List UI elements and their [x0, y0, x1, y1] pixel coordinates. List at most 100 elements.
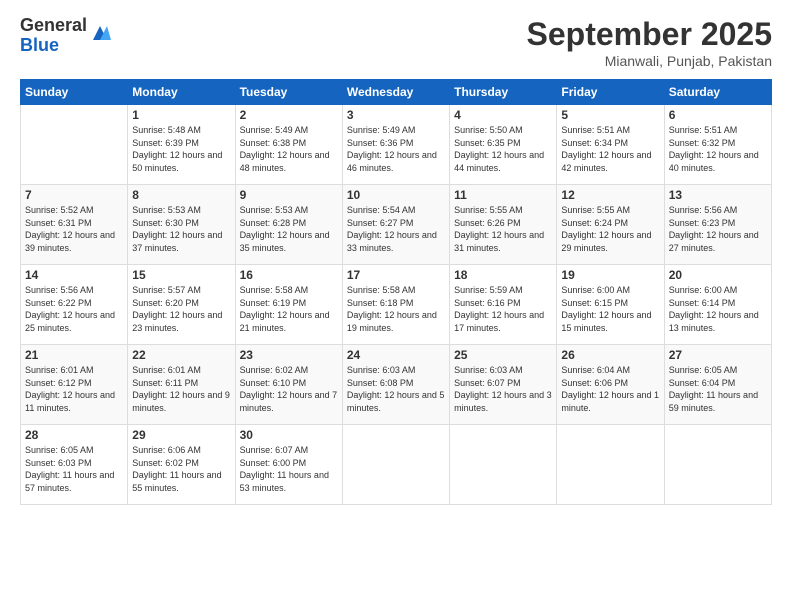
day-number: 10 — [347, 188, 445, 202]
day-number: 7 — [25, 188, 123, 202]
cell-info: Sunrise: 5:54 AMSunset: 6:27 PMDaylight:… — [347, 204, 445, 254]
cell-info: Sunrise: 6:01 AMSunset: 6:11 PMDaylight:… — [132, 364, 230, 414]
day-number: 15 — [132, 268, 230, 282]
calendar-cell: 4Sunrise: 5:50 AMSunset: 6:35 PMDaylight… — [450, 105, 557, 185]
weekday-header: Sunday — [21, 80, 128, 105]
location: Mianwali, Punjab, Pakistan — [527, 53, 772, 69]
day-number: 11 — [454, 188, 552, 202]
day-number: 2 — [240, 108, 338, 122]
calendar-cell — [21, 105, 128, 185]
day-number: 22 — [132, 348, 230, 362]
cell-info: Sunrise: 6:00 AMSunset: 6:14 PMDaylight:… — [669, 284, 767, 334]
cell-info: Sunrise: 5:58 AMSunset: 6:18 PMDaylight:… — [347, 284, 445, 334]
day-number: 19 — [561, 268, 659, 282]
calendar-cell — [450, 425, 557, 505]
cell-info: Sunrise: 5:59 AMSunset: 6:16 PMDaylight:… — [454, 284, 552, 334]
weekday-header-row: SundayMondayTuesdayWednesdayThursdayFrid… — [21, 80, 772, 105]
day-number: 21 — [25, 348, 123, 362]
logo-icon — [89, 22, 111, 49]
calendar-cell: 21 Sunrise: 6:01 AMSunset: 6:12 PMDayligh… — [21, 345, 128, 425]
calendar-cell: 11 Sunrise: 5:55 AMSunset: 6:26 PMDayligh… — [450, 185, 557, 265]
cell-info: Sunrise: 5:58 AMSunset: 6:19 PMDaylight:… — [240, 284, 338, 334]
calendar-cell: 20Sunrise: 6:00 AMSunset: 6:14 PMDayligh… — [664, 265, 771, 345]
cell-info: Sunrise: 5:48 AMSunset: 6:39 PMDaylight:… — [132, 124, 230, 174]
cell-info: Sunrise: 6:04 AMSunset: 6:06 PMDaylight:… — [561, 364, 659, 414]
title-block: September 2025 Mianwali, Punjab, Pakista… — [527, 16, 772, 69]
calendar-cell: 18 Sunrise: 5:59 AMSunset: 6:16 PMDayligh… — [450, 265, 557, 345]
cell-info: Sunrise: 5:55 AMSunset: 6:26 PMDaylight:… — [454, 204, 552, 254]
calendar-cell: 28 Sunrise: 6:05 AMSunset: 6:03 PMDayligh… — [21, 425, 128, 505]
day-number: 9 — [240, 188, 338, 202]
calendar-week-row: 28 Sunrise: 6:05 AMSunset: 6:03 PMDayligh… — [21, 425, 772, 505]
cell-info: Sunrise: 5:51 AMSunset: 6:32 PMDaylight:… — [669, 124, 767, 174]
calendar-week-row: 14 Sunrise: 5:56 AMSunset: 6:22 PMDayligh… — [21, 265, 772, 345]
calendar-cell: 30 Sunrise: 6:07 AMSunset: 6:00 PMDayligh… — [235, 425, 342, 505]
cell-info: Sunrise: 6:00 AMSunset: 6:15 PMDaylight:… — [561, 284, 659, 334]
calendar-cell: 10 Sunrise: 5:54 AMSunset: 6:27 PMDayligh… — [342, 185, 449, 265]
logo-blue: Blue — [20, 36, 87, 56]
weekday-header: Monday — [128, 80, 235, 105]
weekday-header: Tuesday — [235, 80, 342, 105]
day-number: 6 — [669, 108, 767, 122]
calendar-cell: 13 Sunrise: 5:56 AMSunset: 6:23 PMDayligh… — [664, 185, 771, 265]
calendar-cell: 25Sunrise: 6:03 AMSunset: 6:07 PMDayligh… — [450, 345, 557, 425]
cell-info: Sunrise: 6:01 AMSunset: 6:12 PMDaylight:… — [25, 364, 123, 414]
calendar-week-row: 1 Sunrise: 5:48 AMSunset: 6:39 PMDaylight… — [21, 105, 772, 185]
day-number: 23 — [240, 348, 338, 362]
cell-info: Sunrise: 6:05 AMSunset: 6:03 PMDaylight:… — [25, 444, 123, 494]
calendar-cell: 3 Sunrise: 5:49 AMSunset: 6:36 PMDaylight… — [342, 105, 449, 185]
calendar-table: SundayMondayTuesdayWednesdayThursdayFrid… — [20, 79, 772, 505]
calendar-cell: 6 Sunrise: 5:51 AMSunset: 6:32 PMDaylight… — [664, 105, 771, 185]
calendar-cell: 23Sunrise: 6:02 AMSunset: 6:10 PMDayligh… — [235, 345, 342, 425]
calendar-cell: 16 Sunrise: 5:58 AMSunset: 6:19 PMDayligh… — [235, 265, 342, 345]
day-number: 25 — [454, 348, 552, 362]
day-number: 13 — [669, 188, 767, 202]
calendar-cell: 22 Sunrise: 6:01 AMSunset: 6:11 PMDayligh… — [128, 345, 235, 425]
calendar-cell: 24Sunrise: 6:03 AMSunset: 6:08 PMDayligh… — [342, 345, 449, 425]
day-number: 26 — [561, 348, 659, 362]
calendar-cell: 14 Sunrise: 5:56 AMSunset: 6:22 PMDayligh… — [21, 265, 128, 345]
calendar-cell: 29 Sunrise: 6:06 AMSunset: 6:02 PMDayligh… — [128, 425, 235, 505]
cell-info: Sunrise: 5:51 AMSunset: 6:34 PMDaylight:… — [561, 124, 659, 174]
day-number: 27 — [669, 348, 767, 362]
calendar-cell: 8Sunrise: 5:53 AMSunset: 6:30 PMDaylight… — [128, 185, 235, 265]
day-number: 3 — [347, 108, 445, 122]
weekday-header: Friday — [557, 80, 664, 105]
day-number: 30 — [240, 428, 338, 442]
cell-info: Sunrise: 5:56 AMSunset: 6:22 PMDaylight:… — [25, 284, 123, 334]
day-number: 16 — [240, 268, 338, 282]
cell-info: Sunrise: 5:50 AMSunset: 6:35 PMDaylight:… — [454, 124, 552, 174]
calendar-cell: 19 Sunrise: 6:00 AMSunset: 6:15 PMDayligh… — [557, 265, 664, 345]
calendar-cell: 27 Sunrise: 6:05 AMSunset: 6:04 PMDayligh… — [664, 345, 771, 425]
cell-info: Sunrise: 5:53 AMSunset: 6:30 PMDaylight:… — [132, 204, 230, 254]
day-number: 18 — [454, 268, 552, 282]
weekday-header: Wednesday — [342, 80, 449, 105]
cell-info: Sunrise: 6:07 AMSunset: 6:00 PMDaylight:… — [240, 444, 338, 494]
day-number: 12 — [561, 188, 659, 202]
cell-info: Sunrise: 5:52 AMSunset: 6:31 PMDaylight:… — [25, 204, 123, 254]
cell-info: Sunrise: 5:49 AMSunset: 6:36 PMDaylight:… — [347, 124, 445, 174]
day-number: 29 — [132, 428, 230, 442]
cell-info: Sunrise: 5:56 AMSunset: 6:23 PMDaylight:… — [669, 204, 767, 254]
cell-info: Sunrise: 6:05 AMSunset: 6:04 PMDaylight:… — [669, 364, 767, 414]
calendar-cell: 1 Sunrise: 5:48 AMSunset: 6:39 PMDaylight… — [128, 105, 235, 185]
calendar-cell: 26 Sunrise: 6:04 AMSunset: 6:06 PMDayligh… — [557, 345, 664, 425]
day-number: 28 — [25, 428, 123, 442]
page-header: General Blue September 2025 Mianwali, Pu… — [20, 16, 772, 69]
logo-general: General — [20, 16, 87, 36]
calendar-cell: 2 Sunrise: 5:49 AMSunset: 6:38 PMDaylight… — [235, 105, 342, 185]
logo: General Blue — [20, 16, 111, 56]
calendar-cell: 7 Sunrise: 5:52 AMSunset: 6:31 PMDaylight… — [21, 185, 128, 265]
cell-info: Sunrise: 5:49 AMSunset: 6:38 PMDaylight:… — [240, 124, 338, 174]
calendar-cell — [664, 425, 771, 505]
day-number: 5 — [561, 108, 659, 122]
day-number: 14 — [25, 268, 123, 282]
cell-info: Sunrise: 5:53 AMSunset: 6:28 PMDaylight:… — [240, 204, 338, 254]
day-number: 1 — [132, 108, 230, 122]
weekday-header: Thursday — [450, 80, 557, 105]
calendar-cell — [342, 425, 449, 505]
calendar-cell: 15 Sunrise: 5:57 AMSunset: 6:20 PMDayligh… — [128, 265, 235, 345]
cell-info: Sunrise: 6:06 AMSunset: 6:02 PMDaylight:… — [132, 444, 230, 494]
calendar-week-row: 21 Sunrise: 6:01 AMSunset: 6:12 PMDayligh… — [21, 345, 772, 425]
cell-info: Sunrise: 5:57 AMSunset: 6:20 PMDaylight:… — [132, 284, 230, 334]
